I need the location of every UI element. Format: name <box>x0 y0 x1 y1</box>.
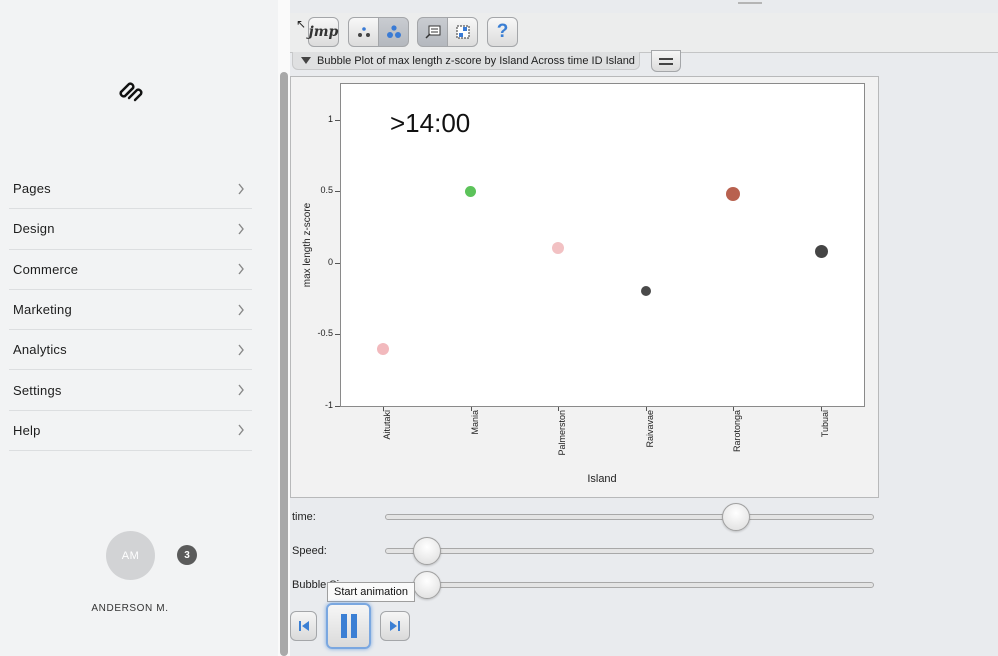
time-caption: >14:00 <box>390 108 471 138</box>
menu-line-icon <box>659 62 673 65</box>
x-tick-label: Rarotonga <box>728 410 748 470</box>
points-mode-button[interactable] <box>348 17 379 47</box>
avatar[interactable]: AM <box>106 531 155 580</box>
step-back-icon <box>298 621 309 631</box>
x-tick-label: Palmerston <box>553 410 573 470</box>
scatter-large-icon <box>386 25 401 38</box>
bubble-aitutaki[interactable] <box>377 342 389 355</box>
disclosure-triangle-icon[interactable] <box>301 57 311 64</box>
notification-badge[interactable]: 3 <box>177 545 197 565</box>
sidebar: Pages Design Commerce Marketing Analytics Set… <box>0 0 278 656</box>
arrow-nw-icon[interactable]: ↖ <box>296 17 306 31</box>
sidebar-item-marketing[interactable]: Marketing <box>9 290 252 331</box>
user-name[interactable]: ANDERSON M. <box>60 603 200 614</box>
bubble-size-slider-track[interactable] <box>385 582 874 588</box>
y-tick-label: 0.5 <box>320 185 333 196</box>
step-back-button[interactable] <box>290 611 317 641</box>
chevron-right-icon <box>238 424 244 436</box>
speed-slider-thumb[interactable] <box>412 537 441 565</box>
x-tick-label: Raivavae <box>641 410 661 470</box>
y-tick-mark <box>335 262 340 264</box>
help-icon: ? <box>496 21 509 42</box>
play-pause-button[interactable] <box>326 603 371 649</box>
y-tick-label: 0 <box>327 256 333 267</box>
bubble-tubuai[interactable] <box>814 244 828 258</box>
chevron-right-icon <box>238 223 244 235</box>
bubble-size-slider-thumb[interactable] <box>412 571 441 599</box>
sidebar-item-label: Settings <box>13 382 62 398</box>
chevron-right-icon <box>238 384 244 396</box>
sidebar-item-commerce[interactable]: Commerce <box>9 250 252 290</box>
step-forward-icon <box>390 621 400 631</box>
tooltip: Start animation <box>327 582 415 602</box>
sidebar-item-label: Design <box>13 221 55 237</box>
x-axis-label: Island <box>587 473 617 485</box>
sidebar-nav: Pages Design Commerce Marketing Analytics Set… <box>9 169 252 452</box>
bubbles-mode-button[interactable] <box>378 17 409 47</box>
x-tick-text: Raivavae <box>644 410 655 448</box>
annotate-button[interactable] <box>417 17 448 47</box>
speed-slider-track[interactable] <box>385 548 874 554</box>
y-tick-mark <box>335 119 340 121</box>
selection-grid-icon <box>456 25 469 39</box>
outline-title: Bubble Plot of max length z-score by Isl… <box>317 54 635 67</box>
y-axis-label: max length z-score <box>302 202 313 288</box>
annotate-icon <box>424 25 440 39</box>
x-tick-text: Rarotonga <box>732 410 743 453</box>
sidebar-item-pages[interactable]: Pages <box>9 169 252 210</box>
time-slider-track[interactable] <box>385 514 874 520</box>
x-tick-text: Palmerston <box>557 410 568 456</box>
sidebar-item-label: Marketing <box>13 302 72 318</box>
sidebar-item-analytics[interactable]: Analytics <box>9 330 252 371</box>
jmp-home-button[interactable]: jmp <box>308 17 339 47</box>
menu-line-icon <box>659 57 673 60</box>
help-button[interactable]: ? <box>487 17 518 47</box>
x-tick-text: Tubuai <box>820 410 830 438</box>
chevron-right-icon <box>238 263 244 275</box>
sidebar-item-help[interactable]: Help <box>9 411 252 452</box>
pause-icon <box>340 614 357 638</box>
scatter-small-icon <box>357 27 370 37</box>
hamburger-menu-button[interactable] <box>651 50 681 72</box>
jmp-label: jmp <box>308 24 339 40</box>
time-slider-thumb[interactable] <box>721 503 750 531</box>
y-tick-mark <box>335 406 340 407</box>
x-tick-text: Mania <box>469 410 480 435</box>
y-tick-mark <box>335 334 340 336</box>
selection-button[interactable] <box>447 17 478 47</box>
y-tick-mark <box>335 191 340 193</box>
y-tick-label: -1 <box>324 400 333 410</box>
scrollbar[interactable] <box>280 72 288 656</box>
plot-area[interactable]: >14:00 <box>340 83 865 407</box>
outline-header[interactable]: Bubble Plot of max length z-score by Isl… <box>292 52 640 70</box>
time-label: time: <box>292 511 316 523</box>
chevron-right-icon <box>238 183 244 195</box>
x-tick-text: Aitutaki <box>382 410 392 440</box>
sidebar-item-label: Commerce <box>13 261 79 277</box>
x-tick-label: Mania <box>466 410 486 470</box>
bubble-mania[interactable] <box>465 185 477 197</box>
x-tick-label: Tubuai <box>816 410 836 470</box>
chevron-right-icon <box>238 304 244 315</box>
top-handle <box>738 2 762 4</box>
speed-label: Speed: <box>292 545 327 557</box>
jmp-toolbar: ↖ jmp ? <box>290 13 998 53</box>
x-tick-label: Aitutaki <box>378 410 398 470</box>
step-forward-button[interactable] <box>380 611 410 641</box>
sidebar-item-label: Pages <box>13 181 51 197</box>
squarespace-logo-icon[interactable] <box>118 80 144 102</box>
sidebar-item-label: Help <box>13 422 41 438</box>
y-tick-label: -0.5 <box>317 328 333 339</box>
chevron-right-icon <box>238 344 244 356</box>
sidebar-item-settings[interactable]: Settings <box>9 370 252 411</box>
y-tick-label: 1 <box>327 113 333 124</box>
sidebar-item-design[interactable]: Design <box>9 209 252 250</box>
sidebar-item-label: Analytics <box>13 342 67 358</box>
